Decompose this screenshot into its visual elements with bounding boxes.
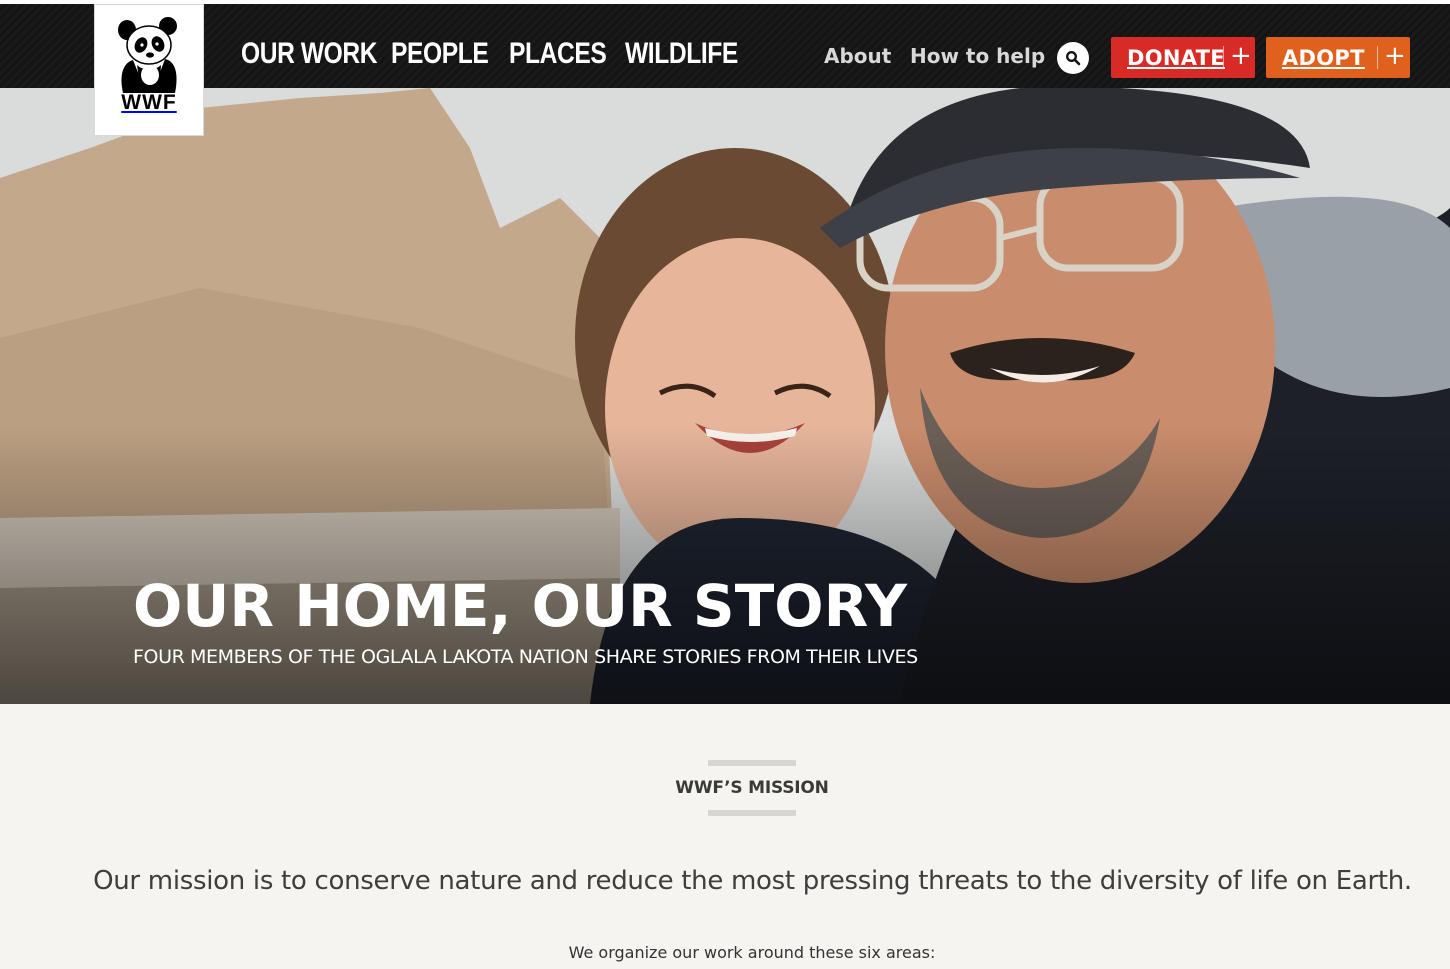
mission-divider-top (708, 760, 796, 766)
nav-people[interactable]: PEOPLE (391, 34, 489, 74)
donate-button[interactable]: DONATE + (1111, 37, 1255, 78)
adopt-plus-icon: + (1384, 41, 1406, 71)
nav-our-work[interactable]: OUR WORK (241, 34, 378, 74)
search-button[interactable] (1057, 42, 1089, 74)
panda-icon (118, 17, 177, 93)
donate-label: DONATE (1127, 45, 1225, 70)
adopt-divider (1377, 46, 1378, 69)
organize-text: We organize our work around these six ar… (568, 943, 936, 962)
hero-title[interactable]: OUR HOME, OUR STORY (133, 573, 907, 639)
mission-heading: WWF’S MISSION (675, 778, 829, 798)
search-icon (1065, 50, 1081, 66)
donate-plus-icon: + (1230, 41, 1252, 71)
donate-divider (1223, 46, 1224, 69)
mission-divider-bottom (708, 810, 796, 816)
nav-about[interactable]: About (824, 44, 891, 68)
nav-wildlife[interactable]: WILDLIFE (625, 34, 738, 74)
site-header: OUR WORK PEOPLE PLACES WILDLIFE About Ho… (0, 4, 1450, 88)
nav-how-to-help[interactable]: How to help (910, 44, 1045, 68)
adopt-button[interactable]: ADOPT + (1266, 37, 1410, 78)
wwf-logo[interactable]: WWF (94, 4, 204, 136)
logo-wordmark: WWF (121, 91, 177, 114)
nav-places[interactable]: PLACES (509, 34, 607, 74)
adopt-label: ADOPT (1282, 45, 1365, 70)
hero-subtitle: FOUR MEMBERS OF THE OGLALA LAKOTA NATION… (133, 646, 918, 668)
mission-statement: Our mission is to conserve nature and re… (93, 866, 1412, 896)
